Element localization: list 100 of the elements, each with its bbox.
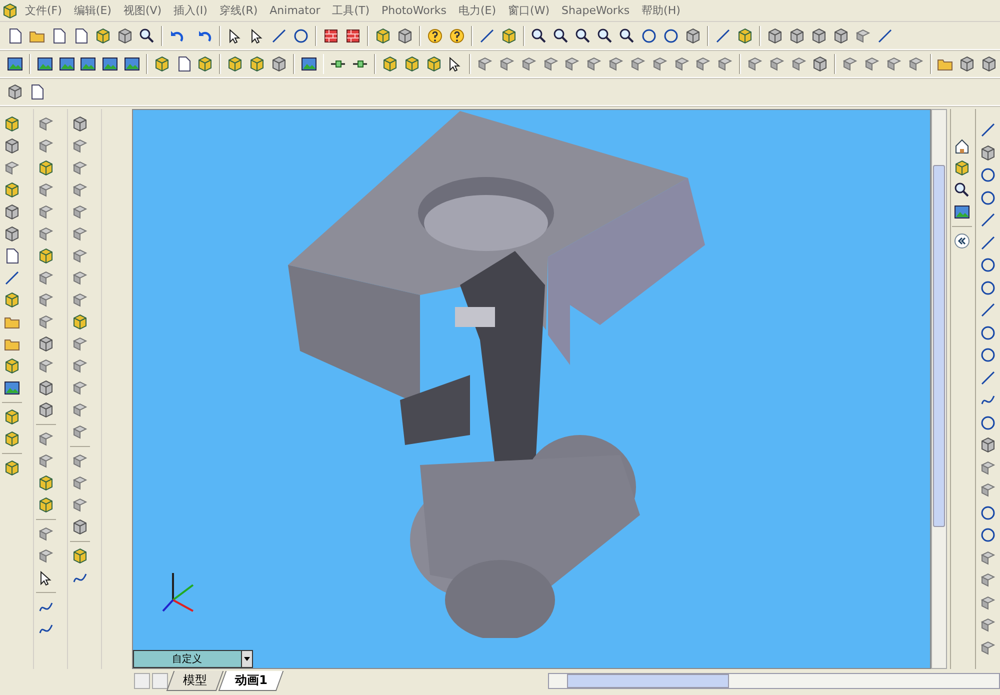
face-icon <box>38 314 54 330</box>
face-icon <box>72 182 88 198</box>
cube-icon <box>72 519 88 535</box>
cube-icon <box>95 28 111 44</box>
face-icon <box>72 138 88 154</box>
face-icon <box>864 56 880 72</box>
cube-icon <box>72 314 88 330</box>
cube-icon <box>404 56 420 72</box>
face-icon <box>38 138 54 154</box>
menu-item[interactable]: 工具(T) <box>327 1 375 20</box>
circle-icon <box>980 414 996 431</box>
face-icon <box>72 160 88 176</box>
cube-icon[interactable] <box>2 2 18 18</box>
picture-icon <box>4 380 20 396</box>
menu-item[interactable]: 电力(E) <box>454 1 502 20</box>
question-icon <box>449 28 465 44</box>
menu-item[interactable]: 插入(I) <box>168 1 212 20</box>
sheet-tab[interactable]: 模型 <box>166 671 224 691</box>
document-icon <box>176 56 192 72</box>
sheet-tab[interactable]: 动画1 <box>218 671 284 691</box>
cube-icon <box>981 56 998 72</box>
face-icon <box>980 594 996 611</box>
horizontal-scrollbar[interactable] <box>548 673 1000 689</box>
menu-item[interactable]: 文件(F) <box>20 1 67 20</box>
cube-icon <box>4 409 20 425</box>
face-icon <box>768 56 785 72</box>
picture-icon <box>58 56 75 72</box>
caret-icon <box>244 657 250 661</box>
menu-item[interactable]: 帮助(H) <box>636 1 686 20</box>
face-icon <box>4 160 20 176</box>
face-icon <box>980 550 996 566</box>
document-icon <box>7 28 23 44</box>
line-icon <box>980 302 996 318</box>
double-chevron-icon <box>954 233 970 249</box>
cube-icon <box>833 28 849 44</box>
face-icon <box>72 204 88 220</box>
circle-icon <box>980 167 996 184</box>
picture-icon <box>80 56 96 72</box>
magnifier-icon <box>139 28 155 44</box>
face-icon <box>38 292 54 308</box>
cube-icon <box>197 56 214 72</box>
circle-icon <box>980 527 996 544</box>
face-icon <box>746 56 763 72</box>
menu-item[interactable]: ShapeWorks <box>556 2 635 19</box>
circle-icon <box>980 280 996 296</box>
cube-icon <box>959 56 976 72</box>
face-icon <box>72 497 88 513</box>
face-icon <box>695 56 712 72</box>
menu-item[interactable]: PhotoWorks <box>376 2 452 19</box>
cube-icon <box>737 28 753 44</box>
circle-icon <box>980 324 996 341</box>
line-icon <box>271 28 287 44</box>
view-dropdown[interactable]: 自定义 <box>133 650 254 668</box>
face-icon <box>980 617 996 634</box>
cube-icon <box>4 182 20 198</box>
menu-item[interactable]: 窗口(W) <box>503 1 555 20</box>
cube-icon <box>4 292 20 308</box>
question-icon <box>427 28 443 44</box>
face-icon <box>72 475 88 491</box>
cube-icon <box>117 28 133 44</box>
cube-icon <box>767 28 783 44</box>
cube-icon <box>248 56 265 72</box>
face-icon <box>980 640 996 656</box>
circle-icon <box>641 28 657 44</box>
cube-icon <box>154 56 170 72</box>
face-icon <box>72 270 88 286</box>
menu-item[interactable]: 视图(V) <box>118 1 167 20</box>
face-icon <box>72 453 88 469</box>
face-icon <box>38 431 54 447</box>
magnifier-icon <box>954 182 970 198</box>
line-icon <box>980 122 996 138</box>
circle-icon <box>293 28 309 44</box>
magnifier-icon <box>575 28 591 44</box>
cube-icon <box>426 56 442 72</box>
menu-item[interactable]: Animator <box>264 2 326 19</box>
face-icon <box>717 56 734 72</box>
face-icon <box>908 56 924 72</box>
face-icon <box>980 460 996 476</box>
face-icon <box>38 526 54 542</box>
face-icon <box>38 226 54 242</box>
cube-icon <box>227 56 244 72</box>
face-icon <box>38 116 54 132</box>
face-icon <box>499 56 516 72</box>
vertical-scrollbar[interactable] <box>931 109 948 669</box>
magnifier-icon <box>619 28 635 44</box>
cube-icon <box>980 144 996 161</box>
cube-icon <box>980 437 996 454</box>
menu-item[interactable]: 穿线(R) <box>214 1 263 20</box>
picture-icon <box>124 56 140 72</box>
face-icon <box>72 226 88 242</box>
magnifier-icon <box>553 28 569 44</box>
square-icon <box>345 28 361 44</box>
menu-item[interactable]: 编辑(E) <box>68 1 116 20</box>
house-icon <box>954 138 970 154</box>
face-icon <box>38 270 54 286</box>
cube-icon <box>382 56 398 72</box>
magnifier-icon <box>597 28 613 44</box>
arrow-icon <box>38 570 54 586</box>
arrow-icon <box>227 28 243 44</box>
face-icon <box>980 572 996 588</box>
